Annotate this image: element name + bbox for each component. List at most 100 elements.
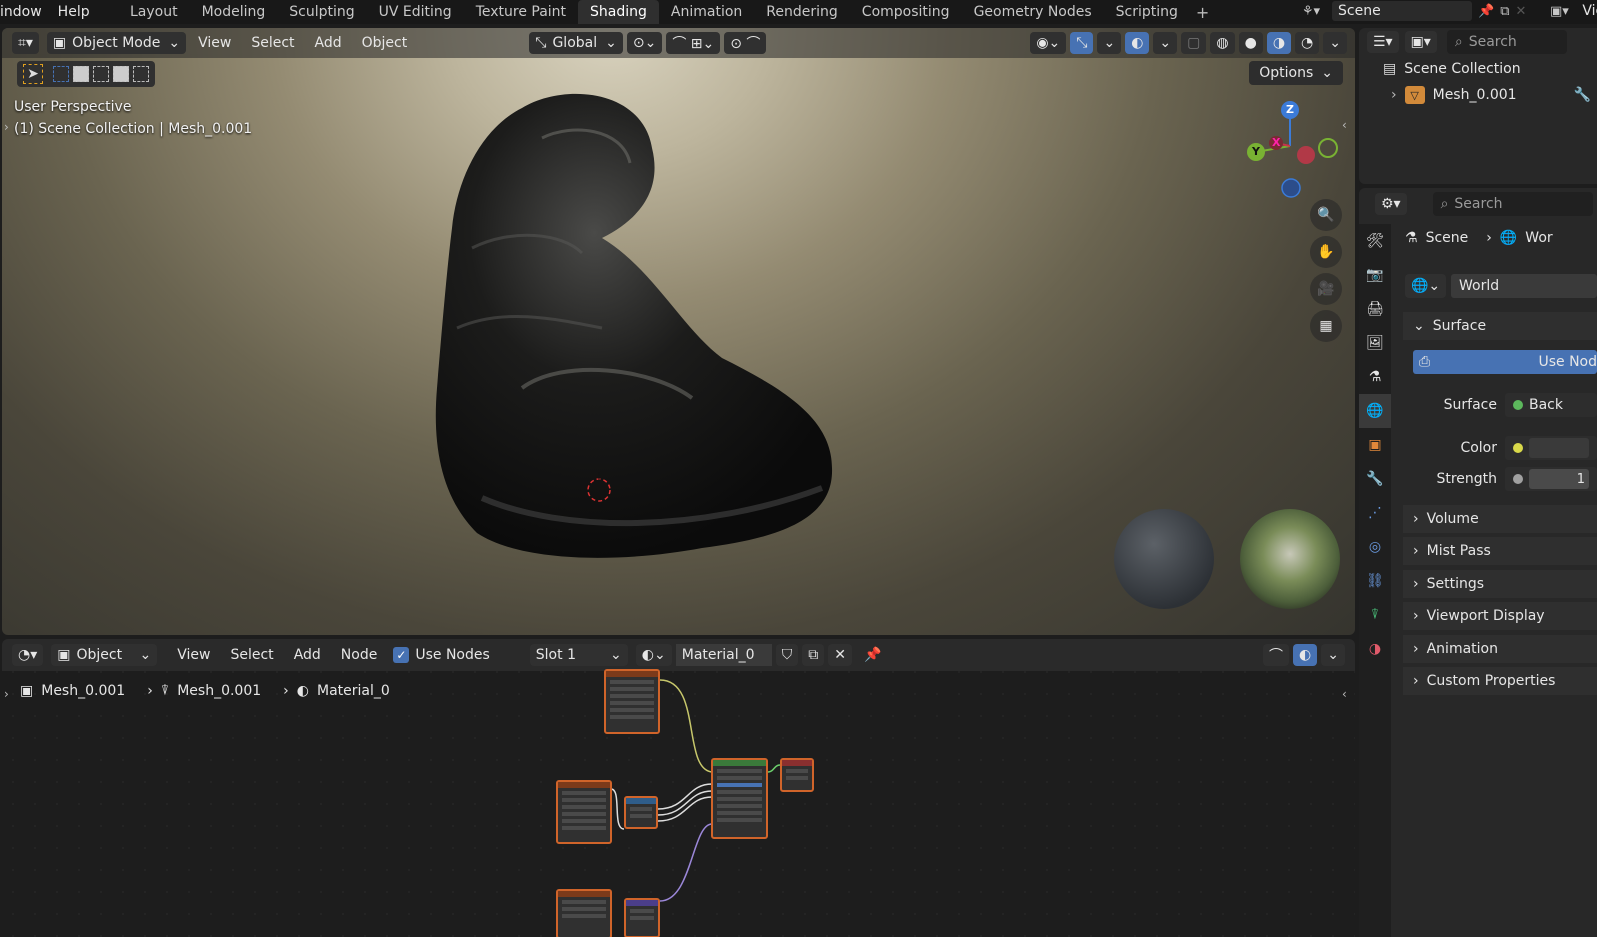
- chevron-right-icon[interactable]: ›: [1391, 87, 1397, 103]
- world-name-field[interactable]: World: [1451, 274, 1597, 298]
- gizmo-toggle[interactable]: ⤡: [1070, 32, 1094, 54]
- menu-object[interactable]: Object: [354, 35, 416, 51]
- select-tool-icon[interactable]: ➤: [23, 64, 43, 84]
- view-layer-tab-icon[interactable]: 🖼: [1359, 326, 1391, 360]
- outliner-search-input[interactable]: ⌕ Search: [1446, 30, 1567, 54]
- object-tab-icon[interactable]: ▣: [1359, 428, 1391, 462]
- outliner-row-collection[interactable]: ▤ Scene Collection: [1383, 61, 1521, 77]
- tab-sculpting[interactable]: Sculpting: [277, 0, 366, 24]
- material-output-node[interactable]: [780, 758, 814, 792]
- physics-tab-icon[interactable]: ◎: [1359, 530, 1391, 564]
- orientation-dropdown[interactable]: ⤡ Global ⌄: [529, 32, 623, 54]
- surface-shader-field[interactable]: Back: [1505, 393, 1597, 417]
- snap-toggle[interactable]: ⌒ ⊞⌄: [666, 32, 721, 54]
- shading-material[interactable]: ◑: [1266, 32, 1292, 54]
- 3d-viewport[interactable]: ⌗▾ ▣ Object Mode ⌄ View Select Add Objec…: [2, 28, 1355, 635]
- data-tab-icon[interactable]: ⍒: [1359, 598, 1391, 632]
- xray-toggle[interactable]: ▢: [1181, 32, 1207, 54]
- scene-icon[interactable]: ⚘▾: [1296, 4, 1326, 19]
- principled-bsdf-node[interactable]: [711, 758, 768, 839]
- outliner[interactable]: ☰▾ ▣▾ ⌕ Search ▤ Scene Collection › ▽ Me…: [1359, 28, 1597, 184]
- tab-scripting[interactable]: Scripting: [1104, 0, 1190, 24]
- overlay-dropdown[interactable]: ⌄: [1153, 32, 1178, 54]
- new-scene-icon[interactable]: ⧉: [1500, 4, 1509, 19]
- scene-name-field[interactable]: Scene: [1332, 1, 1472, 21]
- shading-solid[interactable]: ●: [1238, 32, 1263, 54]
- modifier-tab-icon[interactable]: 🔧: [1359, 462, 1391, 496]
- view-layer-label[interactable]: View: [1582, 3, 1597, 19]
- properties-editor[interactable]: ⚙▾ ⌕ Search 🛠 📷 🖨 🖼 ⚗ 🌐 ▣ 🔧 ⋰ ◎ ⛓ ⍒ ◑ ⚗ …: [1359, 188, 1597, 937]
- modifier-wrench-icon[interactable]: 🔧: [1574, 87, 1591, 103]
- tab-compositing[interactable]: Compositing: [850, 0, 962, 24]
- editor-type-icon[interactable]: ⌗▾: [12, 32, 39, 54]
- tab-shading[interactable]: Shading: [578, 0, 659, 24]
- pin-icon[interactable]: 📌: [1478, 4, 1494, 19]
- menu-add[interactable]: Add: [307, 35, 350, 51]
- viewport-display-panel-header[interactable]: › Viewport Display: [1403, 602, 1597, 630]
- tool-tab-icon[interactable]: 🛠: [1359, 224, 1391, 258]
- color-field[interactable]: [1505, 436, 1597, 460]
- tab-animation[interactable]: Animation: [659, 0, 754, 24]
- menu-view[interactable]: View: [190, 35, 239, 51]
- normal-map-node[interactable]: [624, 898, 660, 937]
- settings-panel-header[interactable]: › Settings: [1403, 570, 1597, 598]
- tab-texture-paint[interactable]: Texture Paint: [464, 0, 578, 24]
- strength-field[interactable]: 1: [1505, 467, 1597, 491]
- zoom-icon[interactable]: 🔍: [1310, 199, 1342, 231]
- render-tab-icon[interactable]: 📷: [1359, 258, 1391, 292]
- tab-modeling[interactable]: Modeling: [190, 0, 278, 24]
- shading-rendered[interactable]: ◔: [1295, 32, 1320, 54]
- display-mode-icon[interactable]: ▣▾: [1404, 31, 1437, 53]
- camera-view-icon[interactable]: 🎥: [1310, 273, 1342, 305]
- toolbar-toggle-icon[interactable]: ›: [4, 120, 9, 134]
- select-intersect-icon[interactable]: [133, 66, 149, 82]
- perspective-grid-icon[interactable]: ▦: [1310, 310, 1342, 342]
- normal-texture-node[interactable]: [556, 889, 612, 937]
- view-layer-icon[interactable]: ▣▾: [1542, 4, 1576, 19]
- add-workspace-icon[interactable]: +: [1190, 3, 1215, 22]
- shading-wireframe[interactable]: ◍: [1210, 32, 1235, 54]
- animation-panel-header[interactable]: › Animation: [1403, 635, 1597, 663]
- outliner-row-mesh[interactable]: › ▽ Mesh_0.001 🔧: [1391, 86, 1591, 104]
- mist-pass-panel-header[interactable]: › Mist Pass: [1403, 537, 1597, 565]
- world-browse-icon[interactable]: 🌐⌄: [1405, 274, 1447, 298]
- output-tab-icon[interactable]: 🖨: [1359, 292, 1391, 326]
- surface-panel-header[interactable]: ⌄ Surface: [1403, 312, 1597, 340]
- use-nodes-button[interactable]: ⎙ Use Nod: [1413, 350, 1597, 374]
- overlay-toggle[interactable]: ◐: [1125, 32, 1150, 54]
- pivot-dropdown[interactable]: ⊙⌄: [626, 32, 663, 54]
- constraints-tab-icon[interactable]: ⛓: [1359, 564, 1391, 598]
- editor-type-icon[interactable]: ⚙▾: [1375, 193, 1407, 215]
- select-subtract-icon[interactable]: [93, 66, 109, 82]
- menu-select[interactable]: Select: [243, 35, 302, 51]
- metallic-roughness-node[interactable]: [556, 780, 612, 844]
- pan-hand-icon[interactable]: ✋: [1310, 236, 1342, 268]
- strength-slider[interactable]: 1: [1529, 469, 1589, 489]
- mode-dropdown[interactable]: ▣ Object Mode ⌄: [46, 32, 187, 54]
- tab-uv-editing[interactable]: UV Editing: [367, 0, 464, 24]
- select-extend-icon[interactable]: [73, 66, 89, 82]
- tab-layout[interactable]: Layout: [118, 0, 190, 24]
- menu-window[interactable]: indow: [0, 0, 50, 24]
- gizmo-dropdown[interactable]: ⌄: [1097, 32, 1122, 54]
- material-tab-icon[interactable]: ◑: [1359, 632, 1391, 666]
- sidebar-toggle-icon[interactable]: ‹: [1342, 118, 1347, 132]
- particles-tab-icon[interactable]: ⋰: [1359, 496, 1391, 530]
- shader-node-editor[interactable]: ◔▾ ▣ Object ⌄ View Select Add Node ✓ Use…: [2, 639, 1355, 937]
- scene-tab-icon[interactable]: ⚗: [1359, 360, 1391, 394]
- color-swatch[interactable]: [1529, 438, 1589, 458]
- image-texture-node[interactable]: [604, 669, 660, 734]
- select-invert-icon[interactable]: [113, 66, 129, 82]
- close-icon[interactable]: ✕: [1515, 4, 1526, 19]
- properties-search-input[interactable]: ⌕ Search: [1432, 192, 1593, 216]
- visibility-dropdown[interactable]: ◉⌄: [1030, 32, 1067, 54]
- tab-rendering[interactable]: Rendering: [754, 0, 850, 24]
- shading-dropdown[interactable]: ⌄: [1323, 32, 1347, 54]
- separate-color-node[interactable]: [624, 796, 658, 829]
- editor-type-icon[interactable]: ☰▾: [1367, 31, 1399, 53]
- custom-properties-panel-header[interactable]: › Custom Properties: [1403, 667, 1597, 695]
- menu-help[interactable]: Help: [50, 0, 98, 24]
- volume-panel-header[interactable]: › Volume: [1403, 505, 1597, 533]
- options-dropdown[interactable]: Options ⌄: [1249, 61, 1343, 85]
- proportional-edit-toggle[interactable]: ⊙ ⌒: [724, 32, 767, 54]
